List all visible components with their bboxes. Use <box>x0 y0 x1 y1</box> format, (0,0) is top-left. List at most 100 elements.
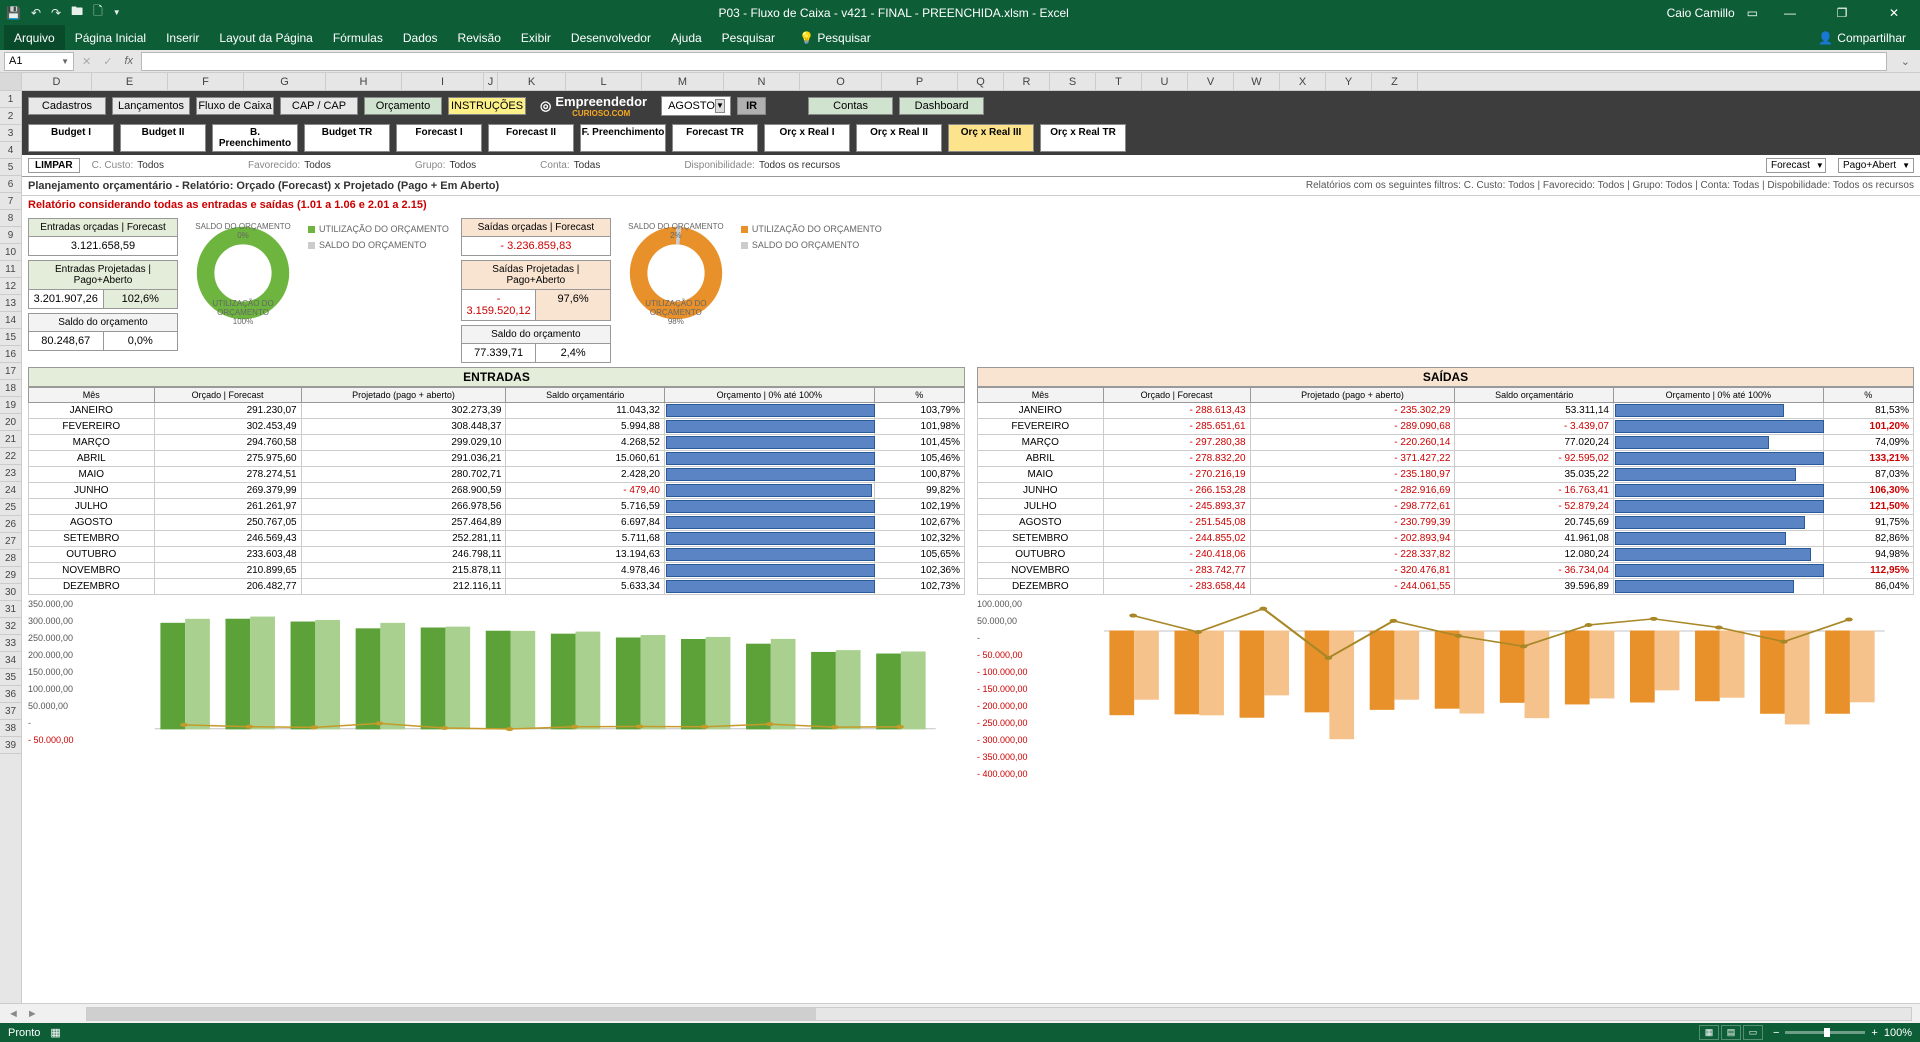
row-header[interactable]: 13 <box>0 295 21 312</box>
col-header[interactable]: E <box>92 73 168 90</box>
zoom-in-icon[interactable]: + <box>1871 1027 1877 1039</box>
view-normal-icon[interactable]: ▦ <box>1699 1025 1719 1040</box>
subnav-or-x-real-i[interactable]: Orç x Real I <box>764 124 850 152</box>
nav-contas[interactable]: Contas <box>808 97 893 115</box>
row-header[interactable]: 10 <box>0 244 21 261</box>
col-header[interactable]: Q <box>958 73 1004 90</box>
tab-formulas[interactable]: Fórmulas <box>323 25 393 50</box>
row-header[interactable]: 8 <box>0 210 21 227</box>
nav-dashboard[interactable]: Dashboard <box>899 97 984 115</box>
tab-developer[interactable]: Desenvolvedor <box>561 25 661 50</box>
row-header[interactable]: 26 <box>0 516 21 533</box>
row-header[interactable]: 18 <box>0 380 21 397</box>
row-header[interactable]: 5 <box>0 159 21 176</box>
subnav-budget-ii[interactable]: Budget II <box>120 124 206 152</box>
col-header[interactable]: X <box>1280 73 1326 90</box>
row-header[interactable]: 25 <box>0 499 21 516</box>
col-header[interactable]: V <box>1188 73 1234 90</box>
col-header[interactable]: H <box>326 73 402 90</box>
period-select[interactable]: AGOSTO▼ <box>661 96 731 116</box>
row-header[interactable]: 35 <box>0 669 21 686</box>
row-header[interactable]: 36 <box>0 686 21 703</box>
nav-cadastros[interactable]: Cadastros <box>28 97 106 115</box>
row-header[interactable]: 30 <box>0 584 21 601</box>
minimize-button[interactable]: — <box>1770 6 1810 20</box>
subnav-forecast-tr[interactable]: Forecast TR <box>672 124 758 152</box>
redo-icon[interactable]: ↷ <box>51 6 61 20</box>
open-icon[interactable]: 🖿 <box>71 2 83 23</box>
col-header[interactable]: O <box>800 73 882 90</box>
maximize-button[interactable]: ❐ <box>1822 6 1862 20</box>
subnav-b-preenchimento[interactable]: B. Preenchimento <box>212 124 298 152</box>
row-header[interactable]: 38 <box>0 720 21 737</box>
row-header[interactable]: 28 <box>0 550 21 567</box>
col-header[interactable]: M <box>642 73 724 90</box>
user-name[interactable]: Caio Camillo <box>1667 6 1735 20</box>
row-header[interactable]: 17 <box>0 363 21 380</box>
row-header[interactable]: 11 <box>0 261 21 278</box>
row-header[interactable]: 6 <box>0 176 21 193</box>
col-header[interactable]: Z <box>1372 73 1418 90</box>
col-header[interactable]: S <box>1050 73 1096 90</box>
row-header[interactable]: 4 <box>0 142 21 159</box>
row-header[interactable]: 34 <box>0 652 21 669</box>
row-header[interactable]: 31 <box>0 601 21 618</box>
new-icon[interactable]: 🗋 <box>93 2 103 23</box>
chevron-down-icon[interactable]: ▼ <box>715 99 725 113</box>
scrollbar-thumb[interactable] <box>87 1008 817 1020</box>
status-select[interactable]: Pago+Abert▼ <box>1838 158 1914 173</box>
name-box[interactable]: A1▼ <box>4 52 74 71</box>
chevron-down-icon[interactable]: ▼ <box>61 57 69 66</box>
col-header[interactable]: Y <box>1326 73 1372 90</box>
view-page-break-icon[interactable]: ▭ <box>1743 1025 1763 1040</box>
col-header[interactable]: N <box>724 73 800 90</box>
ir-button[interactable]: IR <box>737 97 766 115</box>
subnav-budget-tr[interactable]: Budget TR <box>304 124 390 152</box>
row-header[interactable]: 9 <box>0 227 21 244</box>
worksheet[interactable]: Cadastros Lançamentos Fluxo de Caixa CAP… <box>22 91 1920 1003</box>
cc-value[interactable]: Todos <box>137 160 164 171</box>
row-header[interactable]: 1 <box>0 91 21 108</box>
cta-value[interactable]: Todas <box>574 160 601 171</box>
nav-orcamento[interactable]: Orçamento <box>364 97 442 115</box>
tab-search[interactable]: Pesquisar <box>712 25 785 50</box>
fav-value[interactable]: Todos <box>304 160 331 171</box>
col-header[interactable]: T <box>1096 73 1142 90</box>
subnav-forecast-ii[interactable]: Forecast II <box>488 124 574 152</box>
nav-fluxo[interactable]: Fluxo de Caixa <box>196 97 274 115</box>
col-header[interactable]: G <box>244 73 326 90</box>
row-header[interactable]: 21 <box>0 431 21 448</box>
tab-data[interactable]: Dados <box>393 25 448 50</box>
subnav-or-x-real-iii[interactable]: Orç x Real III <box>948 124 1034 152</box>
save-icon[interactable]: 💾 <box>6 6 21 20</box>
nav-cap[interactable]: CAP / CAP <box>280 97 358 115</box>
subnav-f-preenchimento[interactable]: F. Preenchimento <box>580 124 666 152</box>
row-header[interactable]: 23 <box>0 465 21 482</box>
zoom-slider[interactable] <box>1785 1031 1865 1034</box>
col-header[interactable]: W <box>1234 73 1280 90</box>
fx-cancel-icon[interactable]: ✕ <box>78 55 95 68</box>
fx-enter-icon[interactable]: ✓ <box>99 55 116 68</box>
row-header[interactable]: 7 <box>0 193 21 210</box>
forecast-select[interactable]: Forecast▼ <box>1766 158 1826 173</box>
subnav-forecast-i[interactable]: Forecast I <box>396 124 482 152</box>
row-header[interactable]: 29 <box>0 567 21 584</box>
col-header[interactable]: R <box>1004 73 1050 90</box>
sheet-nav-prev-icon[interactable]: ► <box>27 1008 38 1020</box>
col-header[interactable]: U <box>1142 73 1188 90</box>
horizontal-scrollbar[interactable] <box>86 1007 1912 1021</box>
zoom-control[interactable]: − + 100% <box>1773 1027 1912 1039</box>
row-header[interactable]: 24 <box>0 482 21 499</box>
ribbon-options-icon[interactable]: ▭ <box>1747 6 1758 20</box>
row-header[interactable]: 14 <box>0 312 21 329</box>
col-header[interactable]: P <box>882 73 958 90</box>
fx-icon[interactable]: fx <box>120 55 137 67</box>
row-header[interactable]: 19 <box>0 397 21 414</box>
tab-file[interactable]: Arquivo <box>4 25 65 50</box>
tell-me[interactable]: 💡 Pesquisar <box>789 25 881 50</box>
undo-icon[interactable]: ↶ <box>31 6 41 20</box>
row-header[interactable]: 2 <box>0 108 21 125</box>
sheet-nav-first-icon[interactable]: ◄ <box>8 1008 19 1020</box>
row-header[interactable]: 15 <box>0 329 21 346</box>
tab-insert[interactable]: Inserir <box>156 25 209 50</box>
